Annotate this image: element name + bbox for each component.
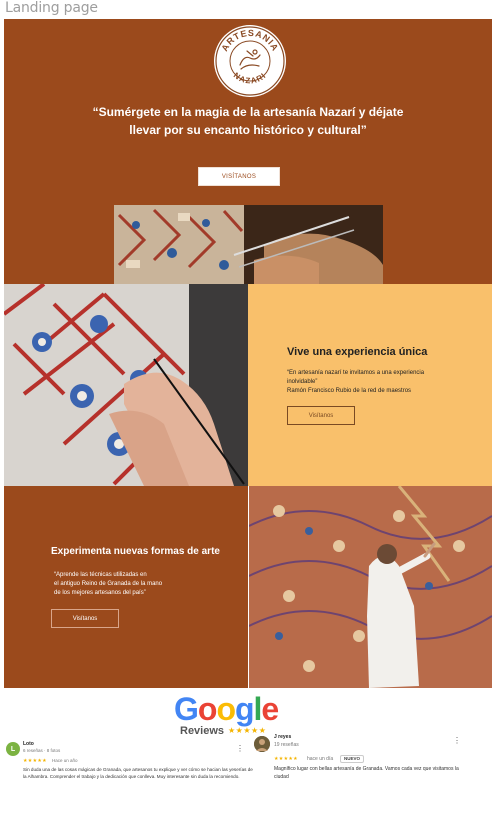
tagline-line-2: llevar por su encanto histórico y cultur…: [129, 123, 367, 137]
art-quote-line-3: de los mejores artesanos del país”: [54, 590, 146, 596]
artisan-painting-image: [114, 205, 383, 284]
experience-title: Vive una experiencia única: [287, 346, 428, 358]
hero-section: ARTESANIA NAZARI “Sumérgete en la magia …: [4, 19, 492, 284]
reviews-section: Google Reviews ★★★★★ L Loto 6 reseñas · …: [4, 688, 492, 809]
experience-quote: “En artesanía nazarí te invitamos a una …: [287, 370, 425, 385]
avatar: [254, 736, 270, 752]
more-options-icon[interactable]: ⋮: [236, 744, 244, 753]
hands-tile-image: [4, 284, 248, 486]
art-title: Experimenta nuevas formas de arte: [51, 546, 220, 557]
review-time: Hace un año: [52, 758, 78, 763]
review-time: hace un día: [307, 756, 334, 762]
new-badge: NUEVO: [340, 755, 365, 763]
review-card: L Loto 6 reseñas · 8 fotos ⋮ ★★★★★ Hace …: [4, 740, 253, 808]
visit-button-experience[interactable]: Visítanos: [287, 406, 355, 425]
page-title: Landing page: [5, 0, 98, 16]
art-panel: Experimenta nuevas formas de arte “Apren…: [4, 486, 248, 688]
google-logo: Google: [174, 692, 284, 726]
google-letter: o: [197, 691, 218, 727]
brand-logo: ARTESANIA NAZARI: [214, 25, 286, 97]
google-letter: e: [261, 691, 279, 727]
reviewer-meta: 6 reseñas · 8 fotos: [23, 748, 61, 753]
art-quote-line-2: el antiguo Reino de Granada de la mano: [54, 581, 163, 587]
experience-author: Ramón Francisco Rubio de la red de maest…: [287, 388, 412, 394]
art-quote: “Aprende las técnicas utilizadas en el a…: [54, 571, 184, 598]
review-stars-icon: ★★★★★: [274, 756, 298, 762]
experience-panel: Vive una experiencia única “En artesanía…: [248, 284, 492, 486]
reviewer-meta: 19 reseñas: [274, 742, 299, 748]
avatar: L: [6, 742, 20, 756]
review-text: Magnífico lugar con bellas artesanía de …: [274, 766, 459, 780]
reviewer-name[interactable]: Loto: [23, 741, 34, 747]
review-stars-icon: ★★★★★: [23, 758, 47, 764]
more-options-icon[interactable]: ⋮: [453, 736, 461, 745]
landing-frame: ARTESANIA NAZARI “Sumérgete en la magia …: [4, 19, 492, 809]
google-letter: G: [174, 691, 199, 727]
google-letter: o: [216, 691, 236, 727]
experience-quote-block: “En artesanía nazarí te invitamos a una …: [287, 369, 437, 396]
reviewer-name[interactable]: J reyes: [274, 734, 291, 740]
visit-button-hero[interactable]: VISÍTANOS: [198, 167, 280, 186]
reviews-label: Reviews: [180, 725, 225, 737]
hero-tagline: “Sumérgete en la magia de la artesanía N…: [64, 103, 432, 139]
google-letter: g: [234, 691, 255, 727]
review-card: J reyes 19 reseñas ⋮ ★★★★★ hace un día N…: [252, 734, 462, 808]
visit-button-art[interactable]: Visítanos: [51, 609, 119, 628]
art-quote-line-1: “Aprende las técnicas utilizadas en: [54, 572, 147, 578]
ceiling-restoration-image: [249, 486, 492, 688]
review-text: Sin duda una de las cosas mágicas de Gra…: [23, 767, 253, 779]
google-letter: l: [253, 691, 263, 727]
tagline-line-1: “Sumérgete en la magia de la artesanía N…: [92, 105, 404, 119]
